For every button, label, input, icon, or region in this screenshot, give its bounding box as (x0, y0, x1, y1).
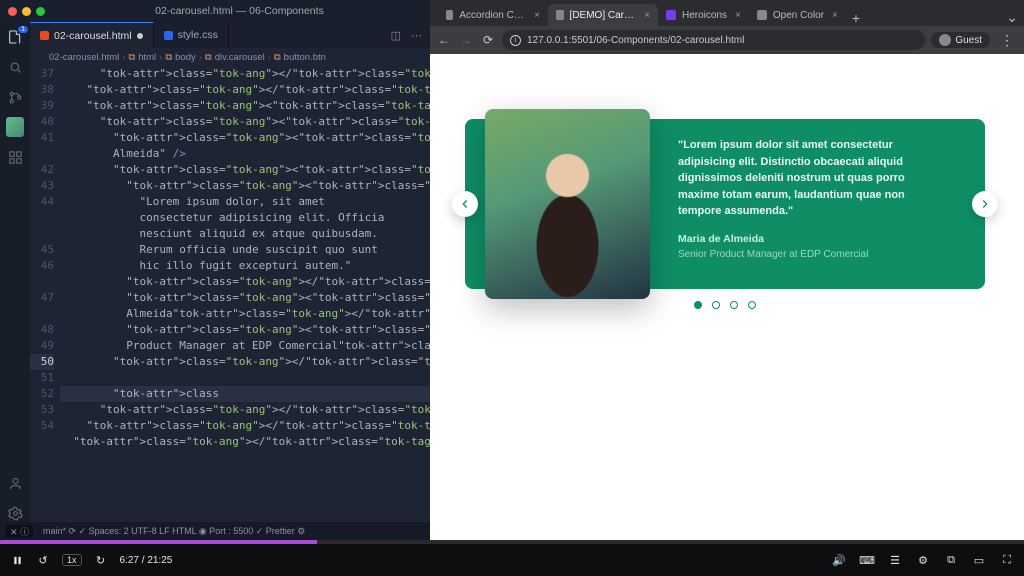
vscode-titlebar: 02-carousel.html — 06-Components (0, 0, 430, 22)
testimonial-photo (485, 109, 650, 299)
tab-overflow-icon[interactable]: ⌄ (1000, 9, 1024, 26)
avatar-icon (939, 34, 951, 46)
status-bar[interactable]: ✕ ⓘ main* ⟳ ✓ Spaces: 2 UTF-8 LF HTML ◉ … (0, 522, 430, 540)
extensions-icon[interactable] (6, 148, 24, 166)
html-file-icon (40, 31, 49, 40)
pip-icon[interactable]: ⧉ (944, 553, 958, 567)
carousel: "Lorem ipsum dolor sit amet consectetur … (465, 119, 985, 289)
browser-tab[interactable]: Open Color× (749, 4, 846, 26)
settings-gear-icon[interactable] (6, 504, 24, 522)
volume-icon[interactable]: 🔊 (832, 553, 846, 567)
favicon-icon (666, 10, 676, 20)
tab-label: 02-carousel.html (54, 30, 132, 42)
search-icon[interactable] (6, 58, 24, 76)
minimize-window-icon[interactable] (22, 7, 31, 16)
account-icon[interactable] (6, 474, 24, 492)
close-window-icon[interactable] (8, 7, 17, 16)
close-tab-icon[interactable]: × (644, 10, 650, 21)
forward-icon[interactable]: → (458, 32, 474, 48)
window-traffic-lights[interactable] (8, 7, 45, 16)
page-viewport: "Lorem ipsum dolor sit amet consectetur … (430, 54, 1024, 540)
favicon-icon (757, 10, 767, 20)
video-player-bar: ↺ 1x ↻ 6:27 / 21:25 🔊 ⌨ ☰ ⚙ ⧉ ▭ ⛶ (0, 540, 1024, 576)
carousel-dot[interactable] (730, 301, 738, 309)
playback-rate[interactable]: 1x (62, 554, 82, 566)
status-problems[interactable]: ✕ ⓘ (6, 525, 33, 538)
browser-window: Accordion Compone× [DEMO] Carousel C× He… (430, 0, 1024, 540)
breadcrumb[interactable]: 02-carousel.html› ⧉html› ⧉body› ⧉div.car… (30, 48, 430, 66)
transcript-icon[interactable]: ⌨ (860, 553, 874, 567)
settings-icon[interactable]: ⚙ (916, 553, 930, 567)
time-display: 6:27 / 21:25 (120, 555, 173, 566)
favicon-icon (556, 10, 564, 20)
css-file-icon (164, 31, 173, 40)
theater-icon[interactable]: ▭ (972, 553, 986, 567)
rewind-button[interactable]: ↺ (36, 553, 50, 567)
forward-button[interactable]: ↻ (94, 553, 108, 567)
toolbar: ← → ⟳ i 127.0.0.1:5501/06-Components/02-… (430, 26, 1024, 54)
testimonial-job: Senior Product Manager at EDP Comercial (678, 247, 947, 262)
close-tab-icon[interactable]: × (735, 10, 741, 21)
close-tab-icon[interactable]: × (832, 10, 838, 21)
browser-tabstrip: Accordion Compone× [DEMO] Carousel C× He… (430, 0, 1024, 26)
browser-tab[interactable]: [DEMO] Carousel C× (548, 4, 658, 26)
tab-dirty-icon (137, 33, 143, 39)
tab-style-css[interactable]: style.css (154, 22, 229, 48)
split-editor-icon[interactable]: ◫ (391, 29, 401, 42)
site-info-icon[interactable]: i (510, 35, 521, 46)
carousel-dots (694, 301, 756, 309)
carousel-prev-button[interactable] (452, 191, 478, 217)
maximize-window-icon[interactable] (36, 7, 45, 16)
code-editor[interactable]: 37 38 39 40 41 42 43 44 45 46 47 48 49 5… (30, 66, 430, 522)
browser-tab[interactable]: Accordion Compone× (438, 4, 548, 26)
browser-tab[interactable]: Heroicons× (658, 4, 749, 26)
testimonial-author: Maria de Almeida (678, 232, 947, 248)
carousel-dot[interactable] (712, 301, 720, 309)
back-icon[interactable]: ← (436, 32, 452, 48)
activity-bar: 1 (0, 22, 30, 522)
vscode-window: 02-carousel.html — 06-Components 1 (0, 0, 430, 540)
profile-button[interactable]: Guest (931, 32, 990, 48)
progress-bar[interactable] (0, 540, 1024, 544)
close-tab-icon[interactable]: × (534, 10, 540, 21)
explorer-badge: 1 (18, 26, 28, 33)
tab-label: style.css (178, 29, 218, 41)
url-text: 127.0.0.1:5501/06-Components/02-carousel… (527, 35, 744, 46)
carousel-next-button[interactable] (972, 191, 998, 217)
captions-icon[interactable]: ☰ (888, 553, 902, 567)
carousel-dot[interactable] (694, 301, 702, 309)
testimonial-text: "Lorem ipsum dolor sit amet consectetur … (678, 137, 947, 220)
source-control-icon[interactable] (6, 88, 24, 106)
tab-carousel-html[interactable]: 02-carousel.html (30, 22, 154, 48)
reload-icon[interactable]: ⟳ (480, 32, 496, 48)
new-tab-button[interactable]: + (846, 10, 866, 26)
editor-tabs: 02-carousel.html style.css ◫ ⋯ (30, 22, 430, 48)
browser-menu-icon[interactable]: ⋮ (996, 32, 1018, 49)
fullscreen-icon[interactable]: ⛶ (1000, 553, 1014, 567)
html-file-icon (38, 53, 46, 61)
favicon-icon (446, 10, 453, 20)
explorer-icon[interactable]: 1 (6, 28, 24, 46)
vscode-title: 02-carousel.html — 06-Components (57, 5, 422, 17)
play-pause-button[interactable] (10, 553, 24, 567)
carousel-dot[interactable] (748, 301, 756, 309)
more-icon[interactable]: ⋯ (411, 29, 422, 42)
thumbnail-icon[interactable] (6, 118, 24, 136)
address-bar[interactable]: i 127.0.0.1:5501/06-Components/02-carous… (502, 30, 925, 50)
